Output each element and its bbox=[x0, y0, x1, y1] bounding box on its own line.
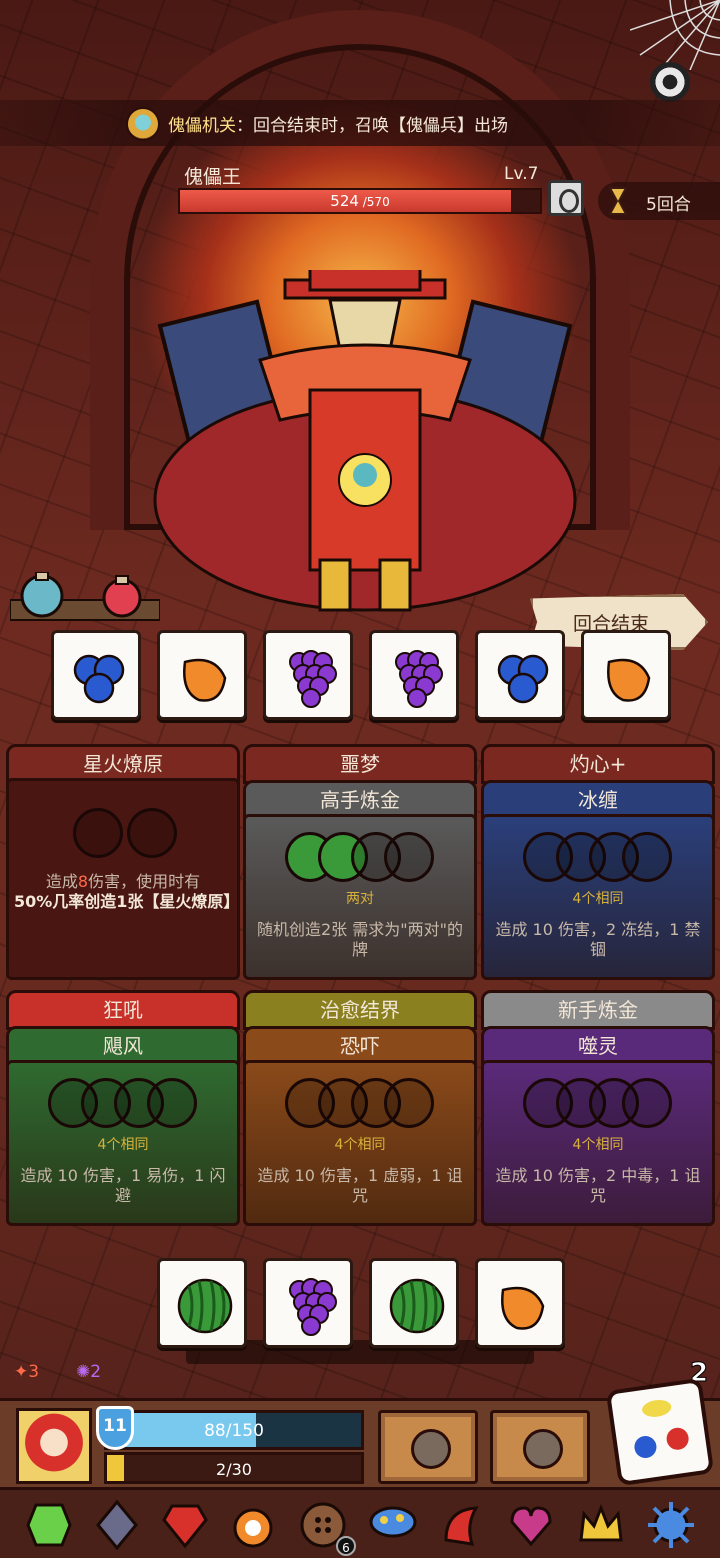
dice-slot[interactable] bbox=[147, 1078, 197, 1128]
boss-ability-text: 傀儡机关：回合结束时，召唤【傀儡兵】出场 bbox=[168, 111, 508, 136]
watermelon-icon bbox=[177, 1278, 233, 1334]
player-avatar[interactable] bbox=[16, 1408, 92, 1484]
dice-slot[interactable] bbox=[73, 808, 123, 858]
horn-icon[interactable] bbox=[436, 1500, 486, 1550]
boss-hp-bar: 524 /570 bbox=[178, 188, 542, 214]
spirit-icon: ✺ bbox=[76, 1362, 91, 1382]
card-requirement: 4个相同 bbox=[97, 1137, 149, 1153]
card-title: 狂吼 bbox=[6, 990, 240, 1030]
die-blueberry[interactable] bbox=[51, 630, 141, 720]
card-requirement: 4个相同 bbox=[572, 891, 624, 907]
orange-icon bbox=[183, 658, 227, 702]
roll-dice-button[interactable] bbox=[605, 1377, 715, 1487]
card-2[interactable]: 灼心+ 冰缠 4个相同 造成 10 伤害，2 冻结，1 禁锢 bbox=[481, 744, 715, 980]
card-4[interactable]: 治愈结界 恐吓 4个相同 造成 10 伤害，1 虚弱，1 诅咒 bbox=[243, 990, 477, 1226]
dice-slot[interactable] bbox=[384, 1078, 434, 1128]
dice-slot[interactable] bbox=[384, 832, 434, 882]
card-description: 造成 10 伤害，2 中毒，1 诅咒 bbox=[495, 1166, 701, 1205]
inventory-badge: 6 bbox=[336, 1536, 356, 1556]
die-grape[interactable] bbox=[263, 1258, 353, 1348]
die-grape[interactable] bbox=[369, 630, 459, 720]
card-requirement: 4个相同 bbox=[572, 1137, 624, 1153]
ruby-icon[interactable] bbox=[160, 1500, 210, 1550]
boss-name: 傀儡王 bbox=[184, 166, 242, 188]
card-title: 噩梦 bbox=[243, 744, 477, 784]
card-requirement: 两对 bbox=[346, 891, 374, 907]
crown-icon[interactable] bbox=[576, 1500, 626, 1550]
rage-count: 3 bbox=[28, 1362, 40, 1382]
relic-slot-d20[interactable] bbox=[378, 1410, 478, 1484]
d20-icon bbox=[411, 1429, 451, 1469]
cauldron-icon bbox=[523, 1429, 563, 1469]
die-orange[interactable] bbox=[157, 630, 247, 720]
shield-badge: 11 bbox=[96, 1406, 134, 1450]
crystal-icon[interactable] bbox=[92, 1500, 142, 1550]
die-watermelon[interactable] bbox=[157, 1258, 247, 1348]
relic-slot-cauldron[interactable] bbox=[490, 1410, 590, 1484]
die-orange[interactable] bbox=[475, 1258, 565, 1348]
card-requirement: 4个相同 bbox=[334, 1137, 386, 1153]
turn-counter: 5回合 bbox=[646, 195, 691, 215]
deck-view-icon[interactable] bbox=[548, 180, 584, 216]
card-description: 随机创造2张 需求为"两对"的牌 bbox=[257, 920, 463, 959]
boss-hp-current: 524 bbox=[330, 192, 359, 210]
die-blueberry[interactable] bbox=[475, 630, 565, 720]
grape-icon bbox=[395, 650, 443, 708]
spirit-status: ✺2 bbox=[76, 1362, 101, 1382]
boss-level: Lv.7 bbox=[504, 164, 539, 184]
boss-hp-text: 524 /570 bbox=[180, 192, 540, 210]
card-3[interactable]: 狂吼 飓风 4个相同 造成 10 伤害，1 易伤，1 闪避 bbox=[6, 990, 240, 1226]
ice-spike-icon[interactable] bbox=[646, 1500, 696, 1550]
dice-slot[interactable] bbox=[127, 808, 177, 858]
die-watermelon[interactable] bbox=[369, 1258, 459, 1348]
rage-status: ✦3 bbox=[14, 1362, 39, 1382]
cracked-heart-icon[interactable] bbox=[506, 1500, 556, 1550]
orange-icon bbox=[501, 1286, 545, 1330]
card-title: 新手炼金 bbox=[481, 990, 715, 1030]
card-description: 造成 10 伤害，2 冻结，1 禁锢 bbox=[495, 920, 701, 959]
ability-desc: ：回合结束时，召唤【傀儡兵】出场 bbox=[236, 116, 508, 136]
card-1[interactable]: 噩梦 高手炼金 两对 随机创造2张 需求为"两对"的牌 bbox=[243, 744, 477, 980]
boss-hp-max: /570 bbox=[358, 195, 390, 209]
card-description: 造成 10 伤害，1 虚弱，1 诅咒 bbox=[257, 1166, 463, 1205]
settings-gear-icon[interactable] bbox=[650, 62, 690, 102]
die-orange[interactable] bbox=[581, 630, 671, 720]
spirit-count: 2 bbox=[90, 1362, 102, 1382]
grape-icon bbox=[289, 650, 337, 708]
puppet-ability-icon bbox=[126, 107, 160, 141]
dice-slot[interactable] bbox=[622, 1078, 672, 1128]
card-0[interactable]: 星火燎原 造成8伤害，使用时有 50%几率创造1张【星火燎原】 bbox=[6, 744, 240, 980]
player-exp-bar: 2/30 bbox=[104, 1452, 364, 1484]
card-title: 灼心+ bbox=[481, 744, 715, 784]
card-title: 治愈结界 bbox=[243, 990, 477, 1030]
rage-icon: ✦ bbox=[14, 1362, 29, 1382]
orange-icon bbox=[607, 658, 651, 702]
fire-claw-icon[interactable] bbox=[228, 1500, 278, 1550]
player-hp-text: 88/150 bbox=[204, 1421, 264, 1441]
ability-name: 傀儡机关 bbox=[168, 116, 236, 136]
puppet-king-boss bbox=[153, 270, 577, 612]
watermelon-icon bbox=[389, 1278, 445, 1334]
spiderweb-icon bbox=[630, 0, 720, 70]
blueberry-icon bbox=[497, 654, 549, 704]
player-hp-bar: 88/150 bbox=[104, 1410, 364, 1450]
player-exp-text: 2/30 bbox=[216, 1460, 252, 1479]
die-grape[interactable] bbox=[263, 630, 353, 720]
hourglass-icon bbox=[608, 187, 628, 215]
card-description: 造成8伤害，使用时有 50%几率创造1张【星火燎原】 bbox=[14, 872, 240, 911]
dice-slot[interactable] bbox=[622, 832, 672, 882]
mushroom-icon[interactable] bbox=[368, 1500, 418, 1550]
blueberry-icon bbox=[73, 654, 125, 704]
card-description: 造成 10 伤害，1 易伤，1 闪避 bbox=[20, 1166, 226, 1205]
card-5[interactable]: 新手炼金 噬灵 4个相同 造成 10 伤害，2 中毒，1 诅咒 bbox=[481, 990, 715, 1226]
green-gem-icon[interactable] bbox=[24, 1500, 74, 1550]
grape-icon bbox=[289, 1278, 337, 1336]
